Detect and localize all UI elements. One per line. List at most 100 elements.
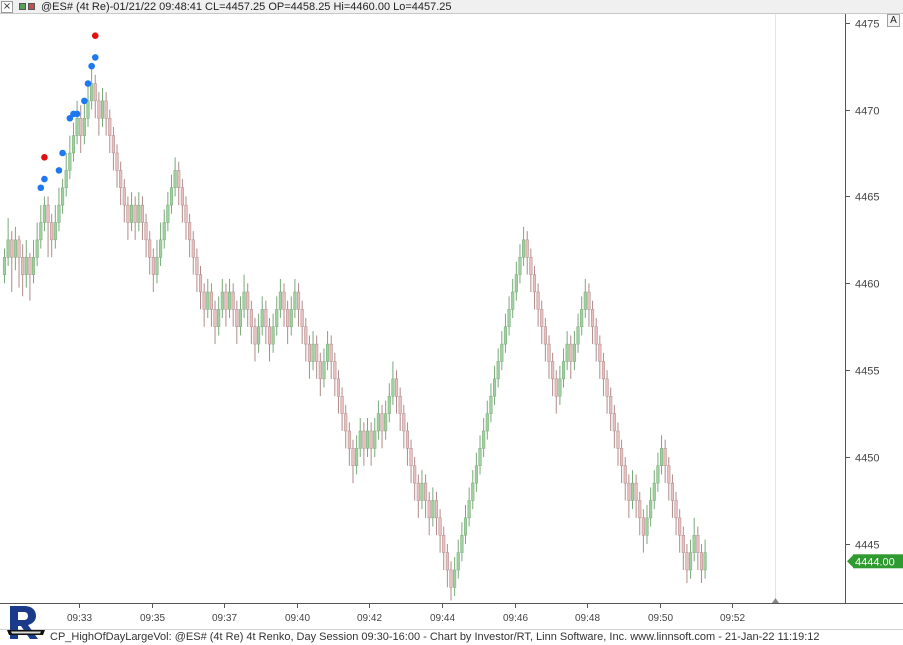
renko-up-brick (471, 482, 475, 501)
renko-down-brick (336, 378, 341, 397)
renko-down-brick (126, 204, 130, 223)
renko-down-brick (612, 413, 616, 432)
renko-up-brick (311, 343, 315, 362)
renko-up-brick (2, 256, 7, 275)
price-tick-label: 4465 (855, 192, 879, 204)
chart-footer-caption: CP_HighOfDayLargeVol: @ES# (4t Re) 4t Re… (50, 631, 820, 643)
renko-down-brick (623, 465, 627, 484)
renko-up-brick (659, 448, 664, 466)
renko-chart[interactable]: 4445445044554460446544704475 09:33 09:35 0… (0, 0, 903, 645)
renko-up-brick (467, 500, 471, 519)
renko-down-brick (351, 448, 355, 466)
renko-up-brick (431, 500, 435, 519)
renko-down-brick (17, 239, 21, 258)
time-tick-label: 09:42 (357, 613, 382, 624)
renko-down-brick (551, 361, 555, 380)
time-tick-label: 09:50 (648, 613, 673, 624)
renko-down-brick (144, 222, 148, 241)
renko-up-brick (90, 83, 94, 102)
renko-up-brick (656, 465, 660, 484)
renko-up-brick (24, 256, 28, 275)
renko-down-brick (347, 430, 351, 449)
renko-down-brick (536, 291, 540, 310)
blue-signal-marker (59, 149, 66, 157)
renko-up-brick (456, 552, 460, 571)
renko-up-brick (420, 482, 424, 501)
renko-up-brick (100, 100, 105, 119)
renko-up-brick (71, 135, 76, 154)
renko-down-brick (304, 326, 308, 345)
renko-up-brick (583, 291, 587, 310)
renko-down-brick (235, 309, 239, 327)
renko-down-brick (177, 170, 181, 188)
price-tick-label: 4460 (855, 279, 879, 291)
renko-down-brick (79, 117, 83, 136)
renko-up-brick (238, 309, 242, 327)
renko-down-brick (525, 239, 529, 258)
renko-down-brick (547, 343, 551, 362)
renko-down-brick (405, 430, 409, 449)
renko-up-brick (257, 326, 261, 345)
time-tick-label: 09:46 (503, 613, 528, 624)
renko-up-brick (478, 448, 482, 466)
renko-up-brick (463, 517, 468, 536)
renko-up-brick (13, 239, 17, 258)
renko-down-brick (609, 395, 613, 414)
renko-down-brick (398, 395, 402, 414)
renko-down-brick (449, 569, 453, 588)
renko-down-brick (119, 170, 123, 188)
renko-up-brick (373, 430, 377, 449)
renko-down-brick (641, 517, 645, 536)
renko-down-brick (282, 291, 286, 310)
renko-down-brick (699, 552, 704, 571)
renko-down-brick (601, 361, 606, 380)
renko-up-brick (271, 326, 275, 345)
renko-up-brick (289, 309, 293, 327)
renko-down-brick (28, 256, 32, 275)
renko-down-brick (148, 239, 152, 258)
renko-down-brick (670, 482, 674, 501)
blue-signal-marker (55, 167, 63, 174)
renko-down-brick (209, 291, 213, 310)
renko-bars (2, 66, 707, 601)
renko-down-brick (180, 187, 184, 206)
blue-signal-marker (81, 97, 88, 105)
renko-down-brick (362, 430, 366, 449)
renko-up-brick (580, 309, 584, 327)
renko-up-brick (522, 239, 526, 258)
renko-down-brick (394, 378, 399, 397)
blue-signal-marker (73, 110, 81, 118)
renko-down-brick (108, 117, 112, 136)
renko-up-brick (558, 378, 562, 397)
renko-up-brick (376, 413, 380, 432)
renko-down-brick (667, 465, 671, 484)
renko-up-brick (220, 291, 224, 310)
renko-up-brick (242, 291, 246, 310)
renko-down-brick (663, 448, 667, 466)
renko-down-brick (638, 500, 642, 519)
renko-up-brick (485, 413, 489, 432)
renko-up-brick (460, 534, 464, 553)
price-tick-label: 4470 (855, 106, 879, 118)
renko-down-brick (151, 256, 155, 275)
renko-up-brick (565, 343, 569, 362)
renko-up-brick (275, 309, 279, 327)
renko-up-brick (500, 343, 504, 362)
renko-down-brick (115, 152, 119, 171)
autoscale-button[interactable]: A (887, 14, 900, 27)
renko-down-brick (333, 361, 337, 380)
renko-up-brick (482, 430, 486, 449)
renko-up-brick (57, 204, 61, 223)
renko-up-brick (206, 291, 210, 310)
renko-down-brick (21, 256, 25, 275)
renko-up-brick (31, 256, 36, 275)
renko-down-brick (46, 204, 50, 223)
blue-signal-marker (41, 175, 48, 183)
renko-down-brick (97, 100, 101, 119)
renko-up-brick (64, 170, 68, 188)
renko-down-brick (681, 534, 685, 553)
renko-up-brick (391, 378, 395, 397)
renko-down-brick (605, 378, 609, 397)
renko-up-brick (649, 500, 653, 519)
renko-down-brick (188, 222, 192, 241)
